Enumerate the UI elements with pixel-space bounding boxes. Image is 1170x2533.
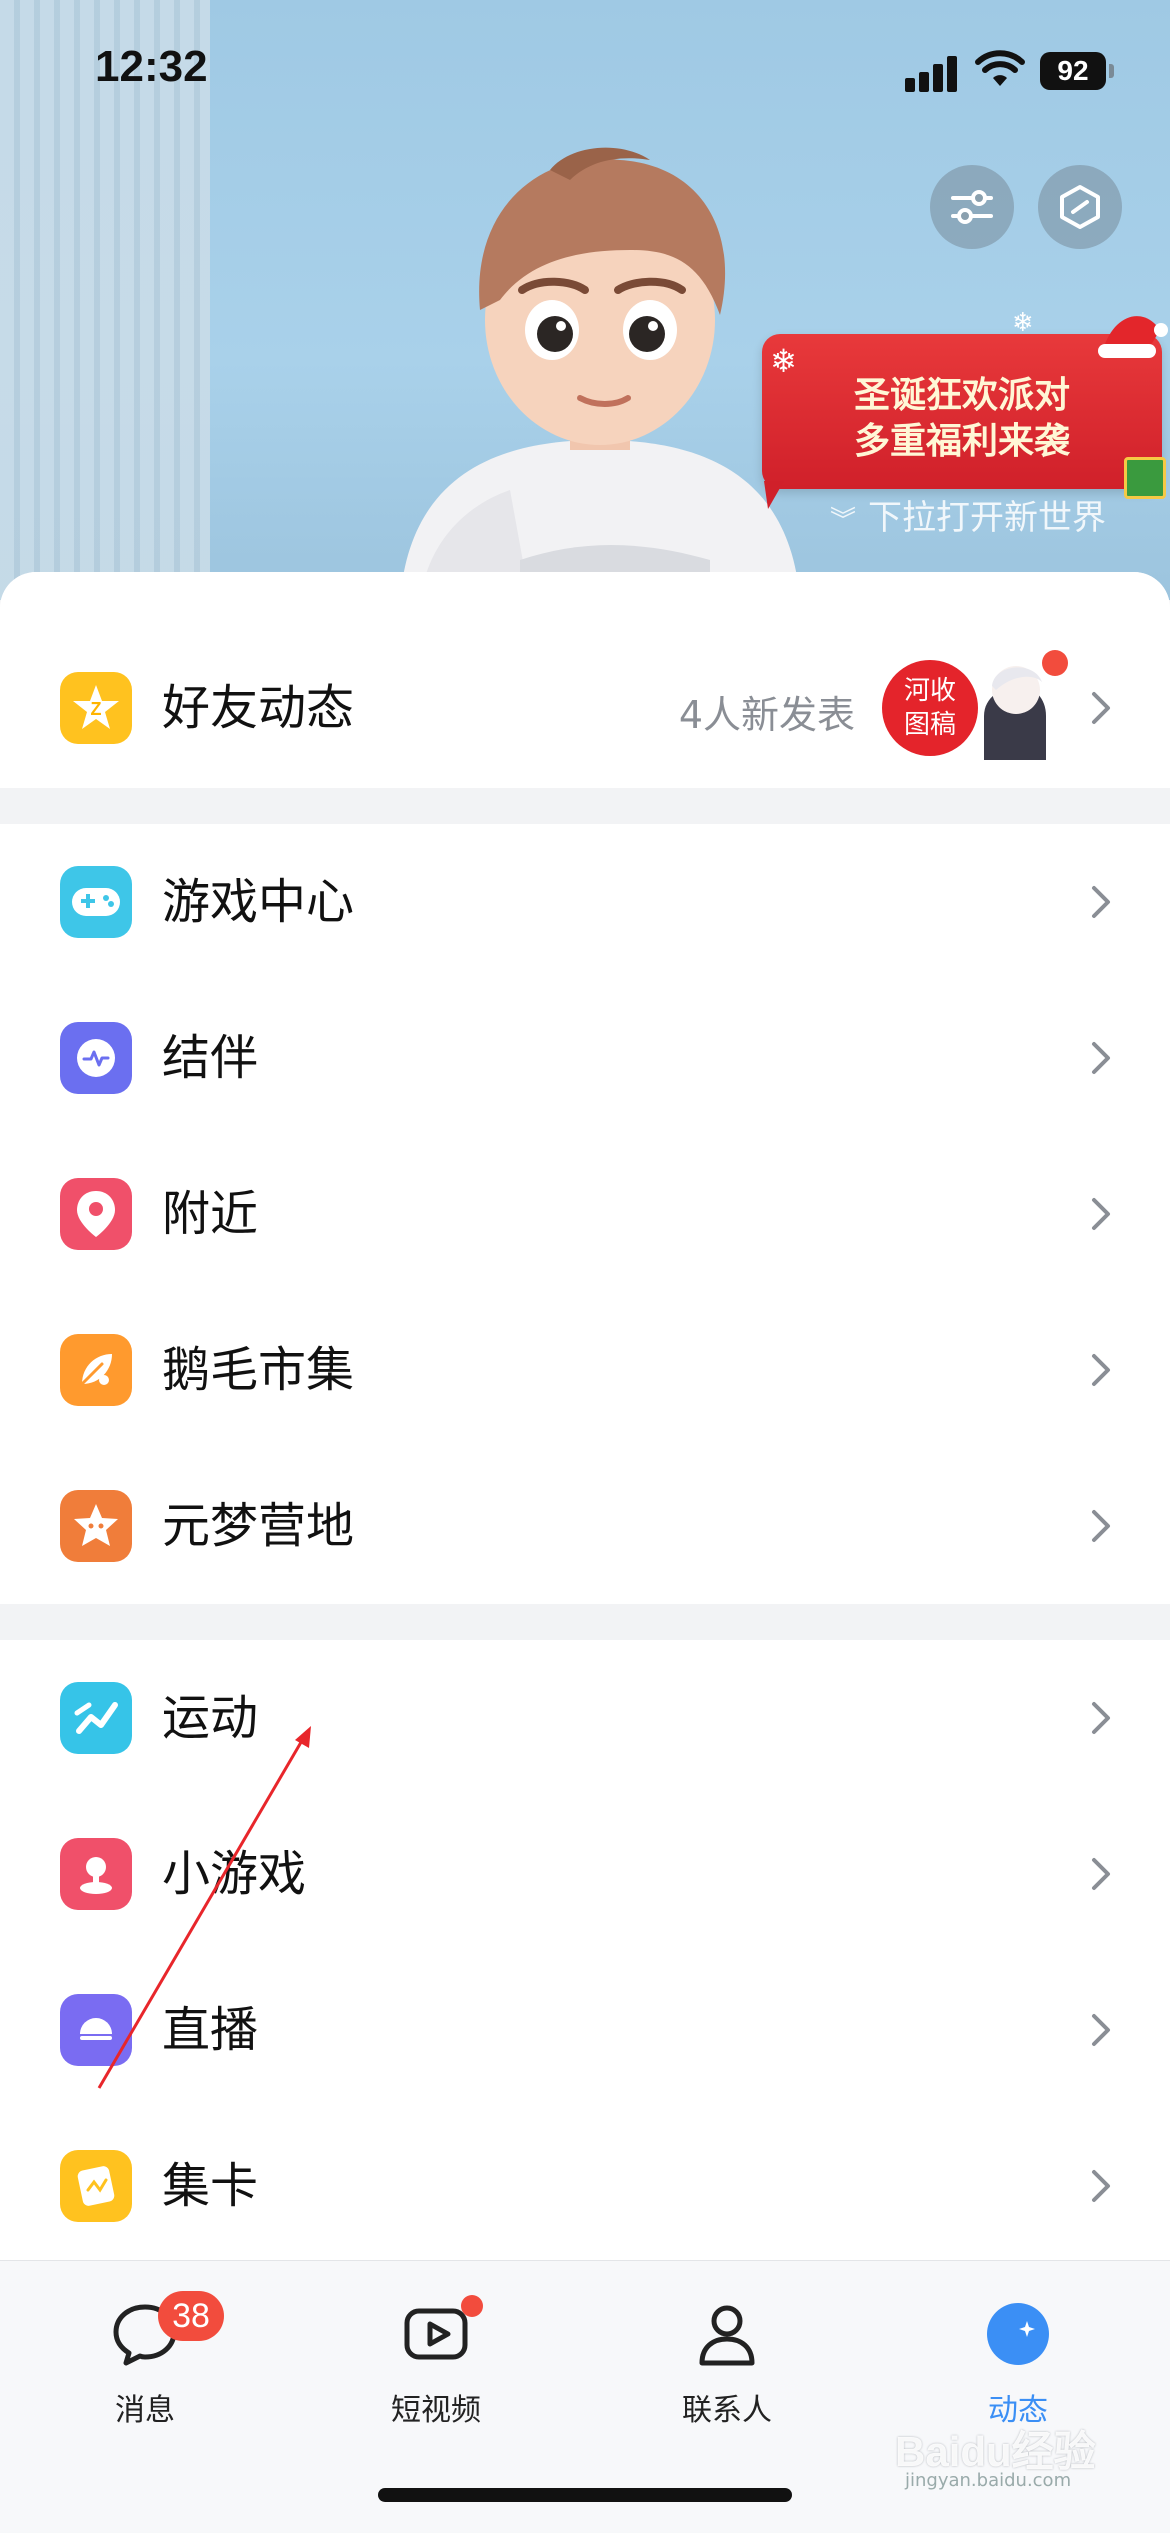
avatar-3d-character[interactable] <box>380 140 820 600</box>
promo-line-2: 多重福利来袭 <box>853 420 1070 462</box>
home-indicator[interactable] <box>378 2488 792 2502</box>
row-label: 元梦营地 <box>162 1498 355 1554</box>
new-content-dot <box>461 2295 483 2317</box>
double-chevron-down-icon: ︾ <box>830 506 857 536</box>
row-game-center[interactable]: 游戏中心 <box>0 824 1170 980</box>
friend-feed-label: 好友动态 <box>162 680 355 736</box>
tab-label: 联系人 <box>682 2393 772 2428</box>
status-bar: 12:32 92 <box>0 0 1170 140</box>
chevron-right-icon <box>1092 2170 1110 2202</box>
row-partner[interactable]: 结伴 <box>0 980 1170 1136</box>
card-icon <box>60 2150 132 2222</box>
tab-short-video[interactable]: 短视频 <box>336 2289 536 2449</box>
status-time: 12:32 <box>95 42 208 91</box>
filter-settings-button[interactable] <box>930 165 1014 249</box>
thumb-text-2: 图稿 <box>903 710 956 740</box>
thumb-text-1: 河收 <box>903 676 956 706</box>
christmas-promo-badge[interactable]: ❄ ❄ 圣诞狂欢派对 多重福利来袭 <box>762 308 1168 509</box>
svg-text:Z: Z <box>91 699 102 719</box>
new-post-dot <box>1042 650 1068 676</box>
sliders-icon <box>951 190 993 224</box>
person-icon <box>692 2299 762 2369</box>
speech-tail-icon <box>764 481 784 509</box>
row-label: 结伴 <box>162 1030 259 1086</box>
hexagon-menu-button[interactable] <box>1038 165 1122 249</box>
chevron-right-icon <box>1092 1354 1110 1386</box>
battery-indicator: 92 <box>1040 52 1114 90</box>
star-face-icon <box>60 1490 132 1562</box>
chevron-right-icon <box>1092 2014 1110 2046</box>
row-label: 鹅毛市集 <box>162 1342 355 1398</box>
video-play-icon <box>401 2295 483 2369</box>
compass-star-icon <box>983 2299 1053 2369</box>
feather-tag-icon <box>60 1334 132 1406</box>
wifi-icon <box>975 50 1025 86</box>
tab-label: 短视频 <box>391 2393 481 2428</box>
heartbeat-bubble-icon <box>60 1022 132 1094</box>
tab-label: 消息 <box>115 2393 175 2428</box>
promo-line-1: 圣诞狂欢派对 <box>853 374 1070 416</box>
anime-character-thumb <box>984 666 1046 760</box>
tab-messages[interactable]: 38 消息 <box>45 2289 245 2449</box>
chevron-right-icon <box>1092 692 1110 724</box>
snowflake-icon: ❄ <box>1012 308 1034 338</box>
qzone-star-icon: Z <box>60 672 132 744</box>
chevron-right-icon <box>1092 886 1110 918</box>
chevron-right-icon <box>1092 1042 1110 1074</box>
pull-down-hint: ︾ 下拉打开新世界 <box>830 490 1106 539</box>
row-dream-camp[interactable]: 元梦营地 <box>0 1448 1170 1604</box>
gamepad-icon <box>60 866 132 938</box>
chat-bubble-icon: 38 <box>110 2291 224 2369</box>
row-feather-market[interactable]: 鹅毛市集 <box>0 1292 1170 1448</box>
row-nearby[interactable]: 附近 <box>0 1136 1170 1292</box>
watermark-url: jingyan.baidu.com <box>905 2470 1072 2491</box>
apps-group-1: 游戏中心 结伴 附近 鹅毛市集 元梦营地 <box>0 824 1170 1604</box>
row-label: 附近 <box>162 1186 259 1242</box>
row-label: 游戏中心 <box>162 874 355 930</box>
cellular-signal-icon <box>905 56 961 92</box>
gift-box-icon <box>1124 457 1166 499</box>
friend-feed-row[interactable]: Z 好友动态 4人新发表 河收 图稿 <box>0 630 1170 786</box>
hero-banner[interactable]: 12:32 92 ❄ ❄ 圣诞狂欢派对 多重福利来袭 ︾ 下拉打开新世界 <box>0 0 1170 600</box>
row-label: 集卡 <box>162 2158 259 2214</box>
unread-badge: 38 <box>158 2291 224 2341</box>
chevron-right-icon <box>1092 1198 1110 1230</box>
pull-hint-text: 下拉打开新世界 <box>868 498 1107 538</box>
row-collect-cards[interactable]: 集卡 <box>0 2108 1170 2260</box>
menu-panel: Z 好友动态 4人新发表 河收 图稿 游戏中心 结伴 附近 鹅毛市集 元梦营地 … <box>0 572 1170 2260</box>
chevron-right-icon <box>1092 1702 1110 1734</box>
chevron-right-icon <box>1092 1858 1110 1890</box>
friend-feed-group: Z 好友动态 4人新发表 河收 图稿 <box>0 572 1170 788</box>
chevron-right-icon <box>1092 1510 1110 1542</box>
annotation-arrow-icon <box>97 1726 311 2089</box>
friend-feed-meta: 4人新发表 <box>678 693 855 737</box>
friend-post-thumbnail[interactable]: 河收 图稿 <box>882 650 1068 760</box>
location-pin-icon <box>60 1178 132 1250</box>
tab-contacts[interactable]: 联系人 <box>627 2289 827 2449</box>
santa-hat-icon <box>1098 316 1168 358</box>
hexagon-icon <box>1060 185 1100 229</box>
